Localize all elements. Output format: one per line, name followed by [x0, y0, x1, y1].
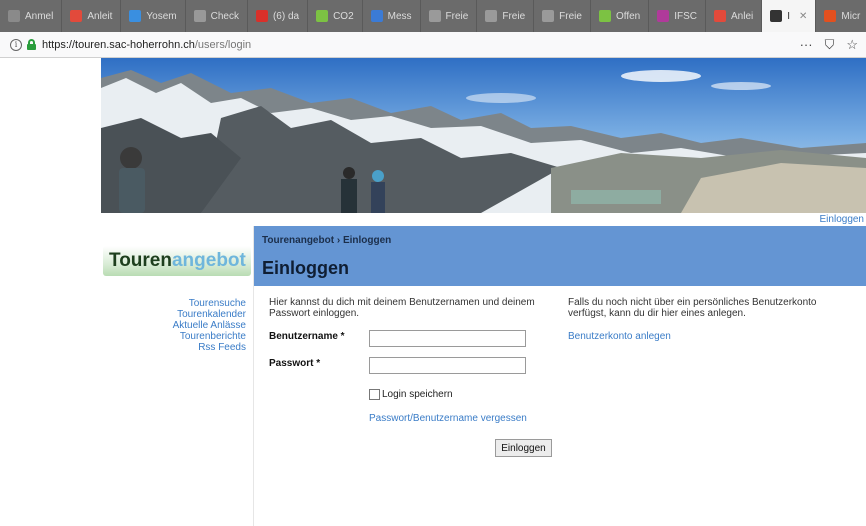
browser-tab-label: Micr	[841, 10, 861, 22]
page-actions-menu-icon[interactable]: ···	[800, 37, 813, 52]
username-input[interactable]	[369, 330, 526, 347]
site-logo[interactable]: Touren angebot	[103, 246, 251, 276]
browser-tab-label: CO2	[333, 10, 354, 22]
browser-tab-label: Freie	[559, 10, 582, 22]
browser-tab-label: I	[787, 10, 791, 22]
brand-icon	[770, 10, 783, 22]
breadcrumb: Tourenangebot › Einloggen	[262, 235, 391, 246]
logo-text-part1: Touren	[109, 250, 172, 271]
info-icon[interactable]: i	[10, 38, 22, 51]
breadcrumb-current: Einloggen	[342, 235, 392, 246]
browser-tab[interactable]: Anleit	[62, 0, 122, 32]
lock-icon[interactable]	[27, 39, 36, 50]
browser-tab[interactable]: Mess	[363, 0, 421, 32]
office-icon	[824, 10, 837, 22]
browser-tab-label: Anmel	[25, 10, 54, 22]
pocket-icon[interactable]: ⛉	[825, 37, 835, 53]
remember-login-checkbox[interactable]	[369, 389, 380, 400]
nav-item-aktuelle-anlaesse[interactable]: Aktuelle Anlässe	[101, 320, 246, 331]
browser-tab-label: (6) da	[272, 10, 300, 22]
chat-icon	[370, 10, 383, 22]
browser-tab[interactable]: Micr	[816, 0, 866, 32]
doc-icon	[428, 10, 441, 22]
remember-login-row[interactable]: Login speichern	[369, 389, 453, 400]
url-host: https://touren.sac-hoherrohn.ch	[42, 38, 195, 51]
top-login-link[interactable]: Einloggen	[820, 214, 864, 225]
browser-tab-label: Freie	[445, 10, 469, 22]
password-input[interactable]	[369, 357, 526, 374]
breadcrumb-root-link[interactable]: Tourenangebot	[262, 235, 334, 246]
browser-tab-label: IFSC	[674, 10, 697, 22]
browser-tab[interactable]: (6) da	[248, 0, 309, 32]
browser-tab[interactable]: Anmel	[0, 0, 63, 32]
page-header: Tourenangebot › Einloggen Einloggen	[254, 226, 866, 286]
browser-tab[interactable]: Freie	[534, 0, 591, 32]
password-label: Passwort *	[269, 358, 321, 369]
register-hint-text: Falls du noch nicht über ein persönliche…	[568, 297, 817, 319]
nav-item-rss-feeds[interactable]: Rss Feeds	[101, 342, 246, 353]
nav-item-tourenberichte[interactable]: Tourenberichte	[101, 331, 246, 342]
browser-tab-label: Yosem	[146, 10, 177, 22]
sac-icon	[714, 10, 726, 22]
browser-tab[interactable]: I ✕	[762, 0, 817, 32]
create-account-link[interactable]: Benutzerkonto anlegen	[568, 331, 671, 342]
browser-tab-label: Anleit	[87, 10, 113, 22]
browser-tab[interactable]: Freie	[421, 0, 478, 32]
browser-tab-label: Check	[210, 10, 239, 22]
browser-tab-label: Mess	[387, 10, 412, 22]
nav-item-tourenkalender[interactable]: Tourenkalender	[101, 309, 246, 320]
browser-tab[interactable]: Yosem	[121, 0, 186, 32]
check-icon	[598, 10, 611, 22]
page-icon	[8, 10, 20, 22]
browser-tab[interactable]: Check	[186, 0, 248, 32]
doc-icon	[485, 10, 498, 22]
mountain-panorama-icon	[101, 58, 866, 213]
bookmark-star-icon[interactable]: ☆	[846, 37, 858, 53]
login-intro-text: Hier kannst du dich mit deinem Benutzern…	[269, 297, 535, 319]
browser-tab-label: Offen	[615, 10, 641, 22]
image-icon	[129, 10, 142, 22]
login-submit-button[interactable]: Einloggen	[495, 439, 552, 457]
breadcrumb-separator: ›	[336, 235, 341, 246]
circle-icon	[657, 10, 670, 22]
browser-tab[interactable]: Freie	[477, 0, 535, 32]
browser-tab-strip: Anmel Anleit Yosem Check (6) da CO2 Mess Freie F…	[0, 0, 866, 32]
browser-tab[interactable]: IFSC	[649, 0, 706, 32]
browser-tab-label: Freie	[502, 10, 526, 22]
page-title: Einloggen	[262, 258, 349, 278]
browser-tab[interactable]: CO2	[308, 0, 363, 32]
address-bar-actions: ··· ⛉ ☆	[800, 37, 866, 53]
video-icon	[255, 10, 268, 22]
globe-icon	[193, 10, 206, 22]
remember-login-label[interactable]: Login speichern	[382, 389, 453, 400]
header-banner-image	[101, 58, 866, 213]
browser-tab-label: Anlei	[731, 10, 754, 22]
logo-text-part2: angebot	[171, 250, 246, 271]
left-navigation: Tourensuche Tourenkalender Aktuelle Anlä…	[101, 298, 246, 353]
address-bar[interactable]: i https://touren.sac-hoherrohn.ch/users/…	[0, 32, 866, 58]
nav-item-tourensuche[interactable]: Tourensuche	[101, 298, 246, 309]
close-tab-icon[interactable]: ✕	[799, 11, 807, 22]
username-label: Benutzername *	[269, 331, 345, 342]
forgot-credentials-link[interactable]: Passwort/Benutzername vergessen	[369, 413, 527, 424]
browser-tab[interactable]: Offen	[591, 0, 650, 32]
sac-icon	[70, 10, 83, 22]
browser-tab[interactable]: Anlei	[706, 0, 763, 32]
doc-icon	[542, 10, 555, 22]
url-path: /users/login	[194, 38, 252, 51]
leaf-icon	[316, 10, 329, 22]
